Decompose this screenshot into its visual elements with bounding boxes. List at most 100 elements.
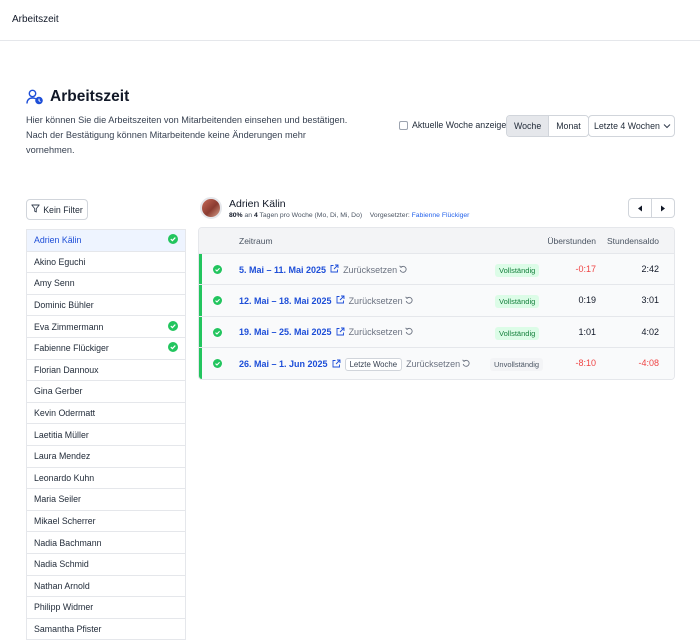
employee-name: Laura Mendez — [34, 451, 91, 462]
status-bar — [199, 285, 202, 316]
employee-name: Eva Zimmermann — [34, 321, 104, 332]
list-item[interactable]: Adrien Kälin — [27, 230, 185, 252]
employee-name: Dominic Bühler — [34, 300, 94, 311]
page-title: Arbeitszeit — [50, 88, 130, 105]
check-circle-icon — [213, 296, 222, 307]
caret-left-icon — [638, 205, 642, 211]
period-link[interactable]: 19. Mai – 25. Mai 2025 — [239, 327, 332, 337]
filter-button[interactable]: Kein Filter — [26, 199, 88, 220]
current-week-checkbox[interactable] — [399, 120, 408, 130]
employee-list: Adrien Kälin Akino Eguchi Amy Senn Dominic … — [26, 229, 186, 641]
list-item[interactable]: Maria Seiler — [27, 489, 185, 511]
overtime-value: 0:19 — [578, 295, 596, 306]
employee-name: Nadia Bachmann — [34, 537, 102, 548]
table-body: 5. Mai – 11. Mai 2025 Zurücksetzen Vollstä… — [199, 254, 674, 380]
list-item[interactable]: Samantha Pfister — [27, 619, 185, 641]
list-item[interactable]: Nathan Arnold — [27, 576, 185, 598]
reset-button[interactable]: Zurücksetzen — [349, 327, 413, 337]
next-person-button[interactable] — [652, 199, 674, 217]
external-link-icon[interactable] — [336, 295, 345, 306]
topbar-title: Arbeitszeit — [12, 14, 59, 25]
current-week-toggle[interactable]: Aktuelle Woche anzeigen — [399, 120, 511, 130]
external-link-icon[interactable] — [336, 327, 345, 338]
undo-icon — [399, 265, 407, 275]
person-meta: 80% an 4 Tagen pro Woche (Mo, Di, Mi, Do… — [229, 212, 469, 219]
list-item[interactable]: Florian Dannoux — [27, 360, 185, 382]
person-pager — [628, 198, 675, 218]
table-row: 5. Mai – 11. Mai 2025 Zurücksetzen Vollstä… — [199, 254, 674, 286]
employee-name: Maria Seiler — [34, 494, 81, 505]
top-bar: Arbeitszeit — [0, 0, 700, 41]
reset-label: Zurücksetzen — [348, 295, 403, 306]
list-item[interactable]: Mikael Scherrer — [27, 511, 185, 533]
caret-right-icon — [661, 205, 665, 211]
status-bar — [199, 347, 202, 380]
check-circle-icon — [168, 234, 178, 246]
reset-label: Zurücksetzen — [348, 327, 403, 338]
employee-name: Fabienne Flückiger — [34, 343, 109, 354]
employee-name: Nadia Schmid — [34, 559, 89, 570]
period-cell: 19. Mai – 25. Mai 2025 Zurücksetzen — [239, 327, 413, 338]
employee-name: Adrien Kälin — [34, 235, 82, 246]
list-item[interactable]: Fabienne Flückiger — [27, 338, 185, 360]
employee-name: Laetitia Müller — [34, 429, 89, 440]
range-select[interactable]: Letzte 4 Wochen — [588, 115, 675, 137]
undo-icon — [404, 296, 413, 306]
list-item[interactable]: Akino Eguchi — [27, 252, 185, 274]
list-item[interactable]: Philipp Widmer — [27, 597, 185, 619]
previous-person-button[interactable] — [629, 199, 652, 217]
undo-icon — [462, 359, 470, 369]
employee-name: Philipp Widmer — [34, 602, 94, 613]
employee-name: Gina Gerber — [34, 386, 83, 397]
list-item[interactable]: Nadia Bachmann — [27, 532, 185, 554]
table-row: 19. Mai – 25. Mai 2025 Zurücksetzen Vollst… — [199, 316, 674, 348]
filter-label: Kein Filter — [43, 204, 83, 215]
table-row: 12. Mai – 18. Mai 2025 Zurücksetzen Vollst… — [199, 285, 674, 317]
supervisor-link[interactable]: Fabienne Flückiger — [412, 212, 470, 219]
list-item[interactable]: Eva Zimmermann — [27, 316, 185, 338]
chevron-down-icon — [663, 121, 671, 131]
person-name: Adrien Kälin — [229, 198, 286, 210]
page-description: Hier können Sie die Arbeitszeiten von Mi… — [26, 115, 348, 155]
person-meta-rest: Tagen pro Woche (Mo, Di, Mi, Do) — [257, 212, 363, 219]
list-item[interactable]: Gina Gerber — [27, 381, 185, 403]
list-item[interactable]: Kevin Odermatt — [27, 403, 185, 425]
reset-button[interactable]: Zurücksetzen — [349, 296, 413, 306]
status-badge: Unvollständig — [490, 357, 544, 371]
view-switch: Woche Monat — [506, 115, 589, 137]
reset-label: Zurücksetzen — [343, 264, 398, 275]
current-week-label: Aktuelle Woche anzeigen — [412, 120, 512, 130]
period-link[interactable]: 12. Mai – 18. Mai 2025 — [239, 296, 332, 306]
reset-button[interactable]: Zurücksetzen — [406, 359, 470, 369]
employee-name: Akino Eguchi — [34, 256, 86, 267]
list-item[interactable]: Laetitia Müller — [27, 424, 185, 446]
status-bar — [199, 254, 202, 285]
external-link-icon[interactable] — [332, 359, 341, 370]
period-link[interactable]: 5. Mai – 11. Mai 2025 — [239, 265, 326, 275]
check-circle-icon — [213, 358, 222, 370]
check-circle-icon — [168, 342, 178, 354]
list-item[interactable]: Laura Mendez — [27, 446, 185, 468]
supervisor-label: Vorgesetzter: — [369, 212, 412, 219]
check-circle-icon — [213, 265, 222, 276]
table-row: 26. Mai – 1. Jun 2025 Letzte Woche Zurücks… — [199, 347, 674, 380]
status-badge: Vollständig — [495, 326, 540, 340]
employee-name: Florian Dannoux — [34, 364, 99, 375]
view-week-button[interactable]: Woche — [507, 116, 550, 136]
balance-value: 2:42 — [641, 264, 659, 274]
range-select-value: Letzte 4 Wochen — [594, 121, 660, 131]
list-item[interactable]: Leonardo Kuhn — [27, 468, 185, 490]
list-item[interactable]: Nadia Schmid — [27, 554, 185, 576]
check-circle-icon — [168, 320, 178, 333]
balance-value: 4:02 — [641, 326, 659, 337]
status-bar — [199, 316, 202, 347]
overtime-value: -0:17 — [575, 264, 596, 274]
view-month-button[interactable]: Monat — [549, 116, 588, 136]
external-link-icon[interactable] — [330, 264, 339, 275]
column-overtime: Überstunden — [547, 236, 596, 246]
list-item[interactable]: Dominic Bühler — [27, 295, 185, 317]
reset-button[interactable]: Zurücksetzen — [343, 265, 407, 275]
avatar — [200, 197, 222, 219]
list-item[interactable]: Amy Senn — [27, 273, 185, 295]
period-link[interactable]: 26. Mai – 1. Jun 2025 — [239, 359, 328, 369]
